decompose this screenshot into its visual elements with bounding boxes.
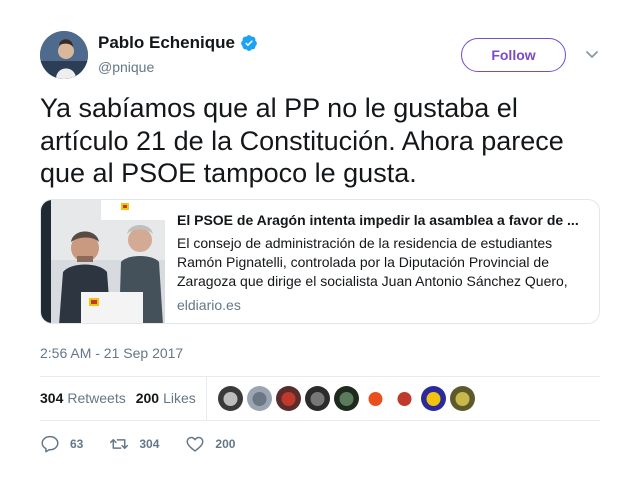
- follow-button[interactable]: Follow: [461, 38, 566, 72]
- tweet-timestamp[interactable]: 2:56 AM - 21 Sep 2017: [40, 345, 183, 361]
- verified-badge-icon: [240, 34, 258, 52]
- stats-top-divider: [40, 376, 600, 377]
- stats-separator: [206, 376, 207, 420]
- liker-avatar[interactable]: [305, 386, 330, 411]
- stats-bottom-divider: [40, 420, 600, 421]
- retweet-count: 304: [139, 437, 160, 451]
- liker-avatar[interactable]: [218, 386, 243, 411]
- liker-avatar[interactable]: [247, 386, 272, 411]
- card-title[interactable]: El PSOE de Aragón intenta impedir la asa…: [177, 211, 587, 230]
- card-domain: eldiario.es: [177, 297, 241, 313]
- reply-button[interactable]: 63: [40, 435, 83, 453]
- heart-icon: [186, 436, 204, 452]
- liker-avatar[interactable]: [276, 386, 301, 411]
- link-card[interactable]: El PSOE de Aragón intenta impedir la asa…: [40, 199, 600, 324]
- liker-avatar[interactable]: [334, 386, 359, 411]
- retweets-label[interactable]: Retweets: [67, 390, 125, 406]
- card-image: [41, 200, 165, 323]
- card-description: El consejo de administración de la resid…: [177, 235, 568, 289]
- reply-icon: [41, 435, 59, 453]
- author-handle[interactable]: @pnique: [98, 59, 154, 75]
- tweet-text: Ya sabíamos que al PP no le gustaba el a…: [40, 93, 564, 188]
- retweets-count[interactable]: 304: [40, 390, 63, 406]
- tweet-actions: 63 304 200: [40, 435, 261, 453]
- author-name-text[interactable]: Pablo Echenique: [98, 33, 235, 53]
- reply-count: 63: [70, 437, 84, 451]
- liker-avatars: [218, 386, 479, 411]
- liker-avatar[interactable]: [421, 386, 446, 411]
- likes-label[interactable]: Likes: [163, 390, 196, 406]
- likes-count[interactable]: 200: [136, 390, 159, 406]
- author-name[interactable]: Pablo Echenique: [98, 33, 258, 53]
- retweet-icon: [110, 439, 129, 449]
- like-count: 200: [215, 437, 236, 451]
- like-button[interactable]: 200: [185, 435, 235, 453]
- author-avatar[interactable]: [40, 31, 88, 79]
- chevron-down-icon[interactable]: [584, 46, 600, 62]
- liker-avatar[interactable]: [450, 386, 475, 411]
- liker-avatar[interactable]: [363, 386, 388, 411]
- retweet-button[interactable]: 304: [109, 435, 159, 453]
- liker-avatar[interactable]: [392, 386, 417, 411]
- engagement-stats: 304 Retweets 200 Likes: [40, 390, 206, 406]
